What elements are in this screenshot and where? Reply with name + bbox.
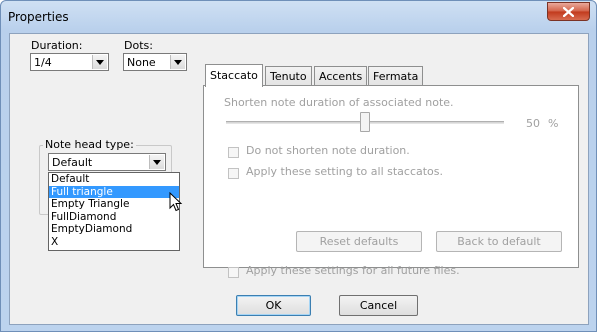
chevron-down-icon[interactable] xyxy=(170,55,185,69)
staccato-panel: Shorten note duration of associated note… xyxy=(203,85,579,278)
future-files-label: Apply these settings for all future file… xyxy=(246,264,460,277)
apply-all-staccatos-checkbox[interactable] xyxy=(228,168,239,179)
slider-value: 50 xyxy=(526,117,540,130)
no-shorten-label: Do not shorten note duration. xyxy=(246,144,410,157)
slider-unit: % xyxy=(548,117,559,130)
notehead-dropdown-list: Default Full triangle Empty Triangle Ful… xyxy=(48,172,180,251)
dots-select[interactable]: None xyxy=(123,53,187,71)
staccato-description: Shorten note duration of associated note… xyxy=(224,96,454,109)
back-to-default-button[interactable]: Back to default xyxy=(436,231,562,252)
slider-thumb[interactable] xyxy=(360,112,370,132)
dropdown-option[interactable]: FullDiamond xyxy=(49,211,179,224)
dots-value: None xyxy=(127,56,156,69)
duration-label: Duration: xyxy=(31,39,83,52)
duration-value: 1/4 xyxy=(34,56,52,69)
tab-fermata[interactable]: Fermata xyxy=(368,66,424,86)
dropdown-option[interactable]: Empty Triangle xyxy=(49,198,179,211)
properties-dialog: Properties Duration: 1/4 Dots: None Note… xyxy=(0,0,597,332)
duration-select[interactable]: 1/4 xyxy=(30,53,109,71)
dropdown-option[interactable]: Default xyxy=(49,173,179,186)
cancel-button[interactable]: Cancel xyxy=(339,295,418,316)
title-bar[interactable]: Properties xyxy=(1,1,596,33)
duration-slider[interactable] xyxy=(226,112,504,134)
mouse-cursor-icon xyxy=(169,192,183,212)
chevron-down-icon[interactable] xyxy=(92,55,107,69)
close-button[interactable] xyxy=(547,2,590,21)
notehead-select[interactable]: Default xyxy=(48,153,166,171)
future-files-checkbox[interactable] xyxy=(228,267,239,278)
tab-accents[interactable]: Accents xyxy=(314,66,368,86)
ok-button[interactable]: OK xyxy=(236,295,311,316)
dropdown-option-selected[interactable]: Full triangle xyxy=(49,185,179,198)
chevron-down-icon[interactable] xyxy=(149,155,164,169)
no-shorten-checkbox[interactable] xyxy=(228,147,239,158)
tab-tenuto[interactable]: Tenuto xyxy=(265,66,312,86)
dialog-body: Duration: 1/4 Dots: None Note head type:… xyxy=(9,33,589,325)
dropdown-option[interactable]: X xyxy=(49,236,179,249)
notehead-value: Default xyxy=(52,156,93,169)
dropdown-option[interactable]: EmptyDiamond xyxy=(49,223,179,236)
tab-staccato[interactable]: Staccato xyxy=(205,64,263,87)
close-icon xyxy=(563,6,574,17)
dots-label: Dots: xyxy=(124,39,153,52)
notehead-group-title: Note head type: xyxy=(43,138,136,151)
reset-defaults-button[interactable]: Reset defaults xyxy=(296,231,422,252)
apply-all-staccatos-label: Apply these setting to all staccatos. xyxy=(246,165,444,178)
window-title: Properties xyxy=(8,10,69,24)
